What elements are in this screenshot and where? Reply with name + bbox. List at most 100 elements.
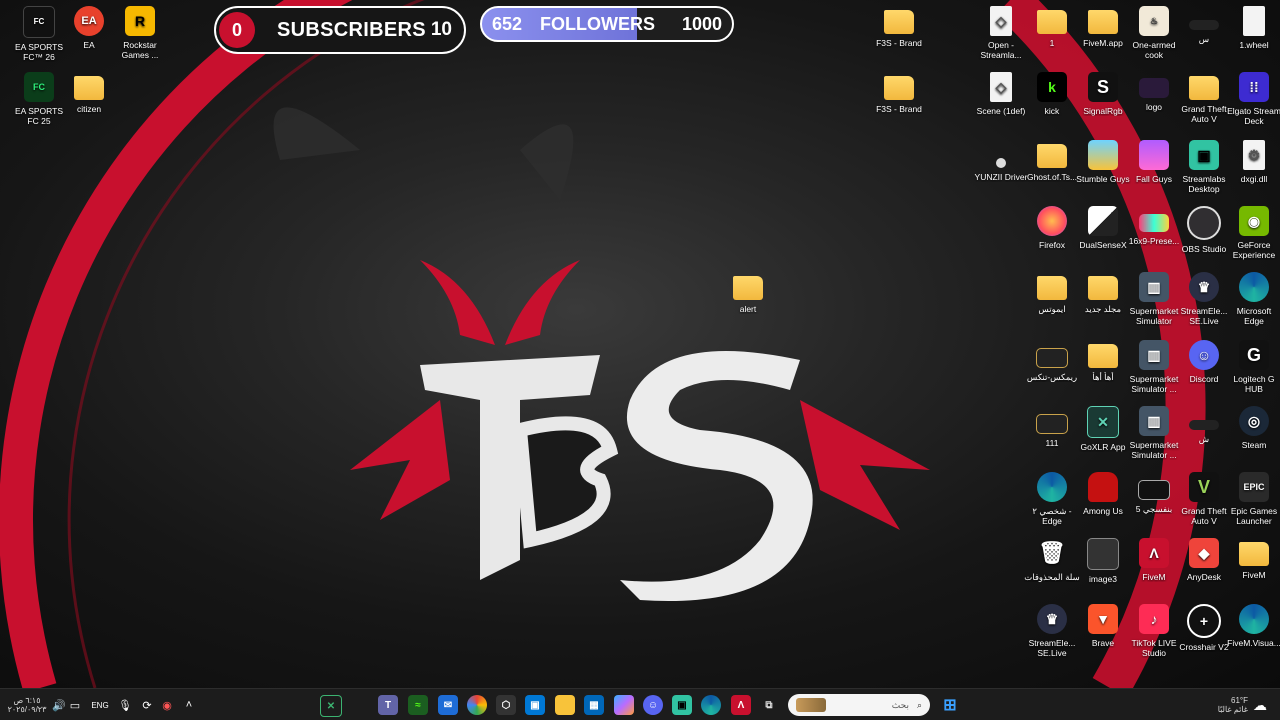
desktop-icon-remix[interactable]: ريمكس-تنكس bbox=[1026, 340, 1078, 382]
clock[interactable]: ٦:١٥ ص ٢٠٢٥/٠٩/٢٣ bbox=[6, 695, 48, 715]
desktop-icon-geforce[interactable]: ◉ GeForce Experience bbox=[1228, 206, 1280, 260]
desktop-icon-anydesk[interactable]: ◆ AnyDesk bbox=[1178, 538, 1230, 582]
sync-icon[interactable]: ⟳ bbox=[140, 695, 154, 715]
streamlabs-taskbar-icon[interactable]: ▣ bbox=[672, 695, 692, 715]
record-icon[interactable]: ◉ bbox=[160, 695, 174, 715]
desktop-icon-ea-fc25[interactable]: FC EA SPORTS FC 25 bbox=[13, 72, 65, 126]
desktop-icon-aha[interactable]: أهأ أهأ bbox=[1077, 340, 1129, 382]
desktop-icon-goxlr[interactable]: ✕ GoXLR App bbox=[1077, 406, 1129, 452]
desktop-icon-citizen[interactable]: citizen bbox=[63, 72, 115, 114]
desktop-icon-signalrgb[interactable]: S SignalRgb bbox=[1077, 72, 1129, 116]
desktop-icon-streamlabs-desktop[interactable]: ▣ Streamlabs Desktop bbox=[1178, 140, 1230, 194]
desktop-icon-dxgi[interactable]: ⚙ dxgi.dll bbox=[1228, 140, 1280, 184]
subscribers-counter: 0 SUBSCRIBERS 10 bbox=[214, 6, 466, 54]
icon-label: FiveM.Visua... bbox=[1227, 638, 1280, 648]
subscribers-goal: 10 bbox=[430, 19, 452, 40]
desktop-icon-streamelements-2[interactable]: ♛ StreamEle... SE.Live bbox=[1178, 272, 1230, 326]
desktop-icon-1-wheel[interactable]: 1.wheel bbox=[1228, 6, 1280, 50]
desktop-icon-supermarket-3[interactable]: ▥ Supermarket Simulator ... bbox=[1128, 406, 1180, 460]
desktop-icon-open-streamlabs[interactable]: ◇ Open - Streamla... bbox=[975, 6, 1027, 60]
image-icon bbox=[1138, 480, 1170, 500]
desktop-icon-fall-guys[interactable]: Fall Guys bbox=[1128, 140, 1180, 184]
desktop-icon-logitech[interactable]: G Logitech G HUB bbox=[1228, 340, 1280, 394]
weather-widget[interactable]: 61°F غائم غالبًا bbox=[1208, 695, 1248, 715]
desktop-icon-stumble-guys[interactable]: Stumble Guys bbox=[1076, 140, 1130, 184]
desktop-icon-16x9-preset[interactable]: 16x9-Prese... bbox=[1128, 206, 1180, 246]
desktop-icon-epic[interactable]: EPIC Epic Games Launcher bbox=[1228, 472, 1280, 526]
fivem-taskbar-icon[interactable]: Λ bbox=[731, 695, 751, 715]
desktop-icon-recycle-bin[interactable]: 🗑 سلة المحذوفات bbox=[1024, 538, 1079, 583]
desktop-icon-yunzii[interactable]: YUNZII Driver bbox=[975, 140, 1027, 182]
microphone-icon[interactable]: 🎙 bbox=[118, 695, 132, 715]
search-box[interactable]: بحث ⌕ bbox=[788, 694, 930, 716]
desktop-icon-edge-personal[interactable]: شخصي ٢ - Edge bbox=[1026, 472, 1078, 526]
desktop-icon-ghost[interactable]: Ghost.of.Ts... bbox=[1026, 140, 1078, 182]
chat-taskbar-icon[interactable]: ▣ bbox=[525, 695, 545, 715]
desktop-icon-fivem-visual[interactable]: FiveM.Visua... bbox=[1227, 604, 1280, 648]
desktop-icon-microsoft-edge[interactable]: Microsoft Edge bbox=[1228, 272, 1280, 326]
hexagon-app-taskbar-icon[interactable]: ⬡ bbox=[496, 695, 516, 715]
desktop-icon-1[interactable]: 1 bbox=[1026, 6, 1078, 48]
edge-taskbar-icon[interactable] bbox=[701, 695, 721, 715]
outlook-taskbar-icon[interactable]: ✉ bbox=[438, 695, 458, 715]
language-indicator[interactable]: ENG bbox=[88, 695, 112, 715]
desktop-icon-streamelements-1[interactable]: ♛ StreamEle... SE.Live bbox=[1026, 604, 1078, 658]
folder-icon bbox=[1239, 542, 1269, 566]
desktop-icon-fivem-folder[interactable]: FiveM bbox=[1228, 538, 1280, 580]
store-taskbar-icon[interactable]: ▦ bbox=[584, 695, 604, 715]
desktop-icon-rockstar[interactable]: R Rockstar Games ... bbox=[114, 6, 166, 60]
folder-icon bbox=[1037, 144, 1067, 168]
desktop-icon-aymots[interactable]: ايموتس bbox=[1026, 272, 1078, 314]
desktop-icon-ea-fc26[interactable]: FC EA SPORTS FC™ 26 bbox=[13, 6, 65, 62]
desktop-icon-scene[interactable]: ◇ Scene (1def) bbox=[975, 72, 1027, 116]
desktop-icon-111[interactable]: 111 bbox=[1026, 406, 1078, 448]
gta-icon: V bbox=[1189, 472, 1219, 502]
desktop-icon-alert[interactable]: alert bbox=[722, 272, 774, 314]
desktop-icon-firefox[interactable]: Firefox bbox=[1026, 206, 1078, 250]
file-explorer-taskbar-icon[interactable] bbox=[555, 695, 575, 715]
razer-taskbar-icon[interactable]: ≈ bbox=[408, 695, 428, 715]
desktop-icon-steam[interactable]: ◎ Steam bbox=[1228, 406, 1280, 450]
desktop-icon-fivem-app[interactable]: FiveM.app bbox=[1077, 6, 1129, 48]
desktop-icon-discord[interactable]: ☺ Discord bbox=[1178, 340, 1230, 384]
desktop-icon-gta-1[interactable]: Grand Theft Auto V bbox=[1178, 72, 1230, 124]
desktop-icon-supermarket-1[interactable]: ▥ Supermarket Simulator bbox=[1128, 272, 1180, 326]
start-button[interactable]: ⊞ bbox=[940, 695, 960, 715]
file-icon: ◇ bbox=[990, 6, 1012, 36]
desktop-icon-f3s-brand-2[interactable]: F3S - Brand bbox=[873, 72, 925, 114]
desktop-icon-logo[interactable]: logo bbox=[1128, 72, 1180, 112]
desktop-icon-dualsensex[interactable]: DualSenseX bbox=[1077, 206, 1129, 250]
discord-taskbar-icon[interactable]: ☺ bbox=[643, 695, 663, 715]
desktop-icon-crosshair[interactable]: + Crosshair V2 bbox=[1178, 604, 1230, 652]
desktop-icon-kick[interactable]: k kick bbox=[1026, 72, 1078, 116]
icon-label: أهأ أهأ bbox=[1092, 372, 1114, 382]
desktop-icon-new-folder[interactable]: مجلد جديد bbox=[1077, 272, 1129, 314]
desktop-icon-seen[interactable]: س bbox=[1178, 6, 1230, 44]
desktop-icon-among-us[interactable]: Among Us bbox=[1077, 472, 1129, 516]
chevron-up-icon[interactable]: ˄ bbox=[182, 695, 196, 715]
icon-label: logo bbox=[1145, 102, 1163, 112]
desktop-icon-image3[interactable]: image3 bbox=[1077, 538, 1129, 584]
desktop-icon-elgato[interactable]: ⁞⁞ Elgato Stream Deck bbox=[1227, 72, 1280, 126]
desktop-icon-fivem-tool[interactable]: Λ FiveM bbox=[1128, 538, 1180, 582]
desktop-icon-tiktok-live[interactable]: ♪ TikTok LIVE Studio bbox=[1128, 604, 1180, 658]
desktop-icon-obs[interactable]: OBS Studio bbox=[1178, 206, 1230, 254]
desktop-icon-banafsaji[interactable]: بنفسجي 5 bbox=[1128, 472, 1180, 514]
desktop-icon-one-armed-cook[interactable]: ♨ One-armed cook bbox=[1128, 6, 1180, 60]
fall-guys-icon bbox=[1139, 140, 1169, 170]
copilot-taskbar-icon[interactable] bbox=[614, 695, 634, 715]
desktop-icon-sheen[interactable]: ش bbox=[1178, 406, 1230, 444]
desktop-icon-ea[interactable]: EA EA bbox=[63, 6, 115, 50]
desktop-icon-supermarket-2[interactable]: ▥ Supermarket Simulator ... bbox=[1128, 340, 1180, 394]
chrome-taskbar-icon[interactable] bbox=[467, 695, 487, 715]
teams-taskbar-icon[interactable]: T bbox=[378, 695, 398, 715]
desktop-icon-gta-2[interactable]: V Grand Theft Auto V bbox=[1178, 472, 1230, 526]
tiktok-icon: ♪ bbox=[1139, 604, 1169, 634]
volume-icon[interactable]: 🔊 bbox=[52, 695, 66, 715]
network-icon[interactable]: ▭ bbox=[68, 695, 82, 715]
cloud-icon: ☁ bbox=[1253, 696, 1267, 713]
task-view-icon[interactable]: ⧉ bbox=[759, 695, 779, 715]
xbox-taskbar-icon[interactable]: ✕ bbox=[320, 695, 342, 717]
desktop-icon-brave[interactable]: ▼ Brave bbox=[1077, 604, 1129, 648]
desktop-icon-f3s-brand-1[interactable]: F3S - Brand bbox=[873, 6, 925, 48]
